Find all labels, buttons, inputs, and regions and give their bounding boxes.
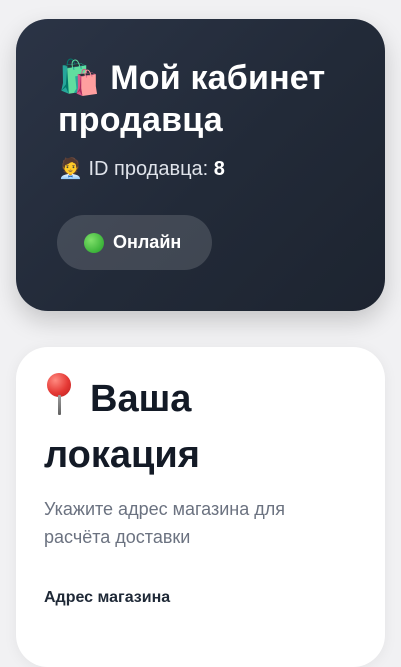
office-worker-icon: 🧑‍💼 [58,156,83,180]
seller-id-value: 8 [213,158,225,180]
online-status-button[interactable]: Онлайн [57,215,212,270]
location-title: Ваша локация [44,371,344,483]
pin-icon [44,373,74,415]
status-label: Онлайн [113,232,182,252]
location-card: Ваша локация Укажите адрес магазина для … [16,347,385,667]
seller-header-card: 🛍️ Мой кабинет продавца 🧑‍💼 ID продавца:… [16,19,385,311]
location-subtitle: Укажите адрес магазина для расчёта доста… [44,499,285,547]
address-field-label: Адрес магазина [44,589,171,606]
seller-id-label: ID продавца: [88,158,209,180]
seller-id: 🧑‍💼 ID продавца: 8 [58,155,225,182]
shopping-bags-icon: 🛍️ [58,58,101,98]
page-title: 🛍️ Мой кабинет продавца [58,57,358,141]
green-circle-icon [84,232,104,253]
